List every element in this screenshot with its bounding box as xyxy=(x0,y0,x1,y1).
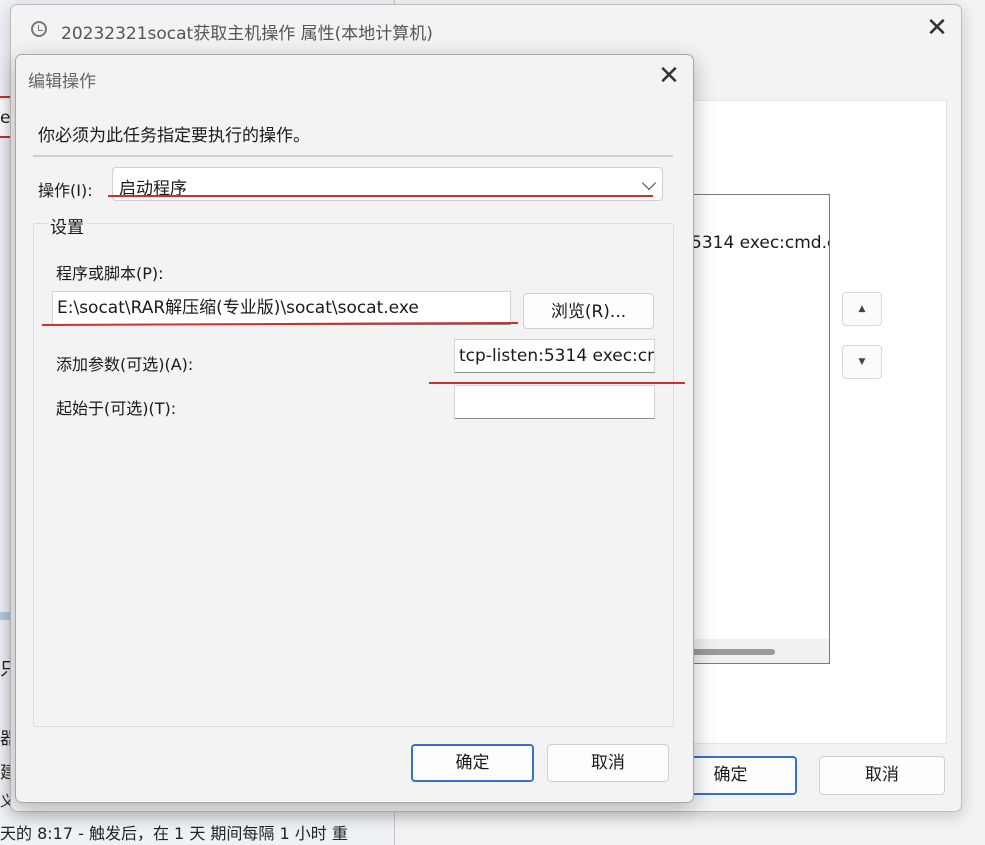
chevron-down-icon xyxy=(641,175,657,191)
move-up-button[interactable]: ▲ xyxy=(842,292,882,326)
properties-cancel-button[interactable]: 取消 xyxy=(819,756,945,795)
dialog-title: 编辑操作 xyxy=(28,72,96,92)
arguments-input[interactable]: tcp-listen:5314 exec:cmd.exe xyxy=(454,339,655,373)
cancel-button[interactable]: 取消 xyxy=(547,744,669,782)
ok-button[interactable]: 确定 xyxy=(411,744,534,782)
close-icon[interactable]: ✕ xyxy=(924,15,950,41)
program-label: 程序或脚本(P): xyxy=(56,264,164,283)
instruction-text: 你必须为此任务指定要执行的操作。 xyxy=(38,126,310,146)
horizontal-scrollbar[interactable] xyxy=(691,639,829,663)
annotation-underline xyxy=(108,195,653,197)
trigger-text: 天的 8:17 - 触发后，在 1 天 期间每隔 1 小时 重 xyxy=(0,824,348,843)
divider xyxy=(33,155,673,157)
edit-action-dialog: 编辑操作 ✕ 你必须为此任务指定要执行的操作。 操作(I): 启动程序 设置 程… xyxy=(15,54,694,803)
actions-list[interactable]: 5314 exec:cmd.exe xyxy=(691,194,830,664)
annotation-underline xyxy=(429,382,685,384)
start-in-input[interactable] xyxy=(454,385,655,419)
scrollbar-thumb[interactable] xyxy=(691,649,775,655)
arguments-label: 添加参数(可选)(A): xyxy=(56,355,194,374)
properties-window-title: 20232321socat获取主机操作 属性(本地计算机) xyxy=(61,24,433,44)
close-icon[interactable]: ✕ xyxy=(656,63,682,89)
clock-icon xyxy=(31,21,47,37)
start-in-label: 起始于(可选)(T): xyxy=(56,399,177,418)
browse-button[interactable]: 浏览(R)... xyxy=(523,293,654,329)
program-input[interactable]: E:\socat\RAR解压缩(专业版)\socat\socat.exe xyxy=(52,291,511,325)
list-item[interactable]: 5314 exec:cmd.exe xyxy=(691,233,829,253)
move-down-button[interactable]: ▼ xyxy=(842,345,882,379)
settings-group-title: 设置 xyxy=(47,213,87,238)
action-label: 操作(I): xyxy=(38,181,93,200)
